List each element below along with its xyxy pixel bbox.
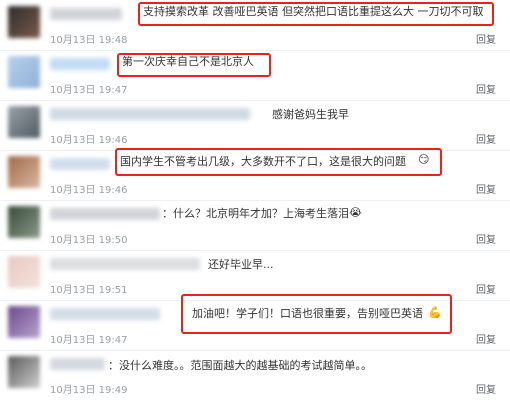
avatar[interactable] (8, 56, 40, 88)
reply-button[interactable]: 回复 (476, 281, 496, 296)
timestamp: 10月13日 19:49 (50, 385, 128, 396)
comment-item: 国内学生不管考出几级，大多数开不了口，这是很大的问题 😏 10月13日 19:4… (0, 148, 510, 201)
comment-text: 还好毕业早... (208, 258, 274, 271)
comment-item: 加油吧！学子们！口语也很重要，告别哑巴英语 💪 10月13日 19:47 回复 (0, 294, 510, 351)
comment-text: 感谢爸妈生我早 (272, 108, 349, 121)
comment-item: 感谢爸妈生我早 10月13日 19:46 回复 (0, 100, 510, 151)
avatar[interactable] (8, 156, 40, 188)
comment-text: 第一次庆幸自己不是北京人 (122, 55, 254, 68)
reply-button[interactable]: 回复 (476, 381, 496, 396)
timestamp: 10月13日 19:46 (50, 135, 128, 146)
timestamp: 10月13日 19:46 (50, 185, 128, 196)
username-blurred[interactable] (50, 208, 160, 220)
username-blurred[interactable] (50, 158, 110, 170)
reply-button[interactable]: 回复 (476, 31, 496, 46)
reply-button[interactable]: 回复 (476, 81, 496, 96)
reply-button[interactable]: 回复 (476, 331, 496, 346)
comment-text: ：没什么难度。。范围面越大的越基础的考试越简单。。 (108, 359, 372, 372)
flexed-biceps-emoji-icon: 💪 (428, 306, 442, 319)
reply-button[interactable]: 回复 (476, 131, 496, 146)
comment-item: ：没什么难度。。范围面越大的越基础的考试越简单。。 10月13日 19:49 回… (0, 350, 510, 400)
reply-button[interactable]: 回复 (476, 231, 496, 246)
comment-text: 国内学生不管考出几级，大多数开不了口，这是很大的问题 (120, 155, 406, 168)
timestamp: 10月13日 19:48 (50, 35, 128, 46)
comment-text: ：什么？北京明年才加？上海考生落泪 (162, 207, 349, 220)
avatar[interactable] (8, 106, 40, 138)
avatar[interactable] (8, 306, 40, 338)
comment-text: 加油吧！学子们！口语也很重要，告别哑巴英语 (192, 307, 423, 320)
avatar[interactable] (8, 356, 40, 388)
username-blurred[interactable] (50, 358, 105, 370)
avatar[interactable] (8, 206, 40, 238)
timestamp: 10月13日 19:47 (50, 85, 128, 96)
avatar[interactable] (8, 256, 40, 288)
timestamp: 10月13日 19:50 (50, 235, 128, 246)
username-blurred[interactable] (50, 58, 110, 70)
username-blurred[interactable] (50, 8, 122, 20)
reply-button[interactable]: 回复 (476, 181, 496, 196)
avatar[interactable] (8, 6, 40, 38)
smirk-emoji-icon: 😏 (418, 153, 430, 166)
timestamp: 10月13日 19:51 (50, 285, 128, 296)
username-blurred[interactable] (50, 308, 160, 320)
comment-text: 支持摸索改革 改善哑巴英语 但突然把口语比重提这么大 一刀切不可取 (143, 5, 484, 18)
username-blurred[interactable] (50, 108, 250, 120)
comment-item: 支持摸索改革 改善哑巴英语 但突然把口语比重提这么大 一刀切不可取 10月13日… (0, 0, 510, 51)
comment-item: ：什么？北京明年才加？上海考生落泪 😭 10月13日 19:50 回复 (0, 200, 510, 251)
timestamp: 10月13日 19:47 (50, 335, 128, 346)
crying-emoji-icon: 😭 (349, 206, 362, 219)
username-blurred[interactable] (50, 258, 200, 270)
comment-item: 第一次庆幸自己不是北京人 10月13日 19:47 回复 (0, 50, 510, 101)
